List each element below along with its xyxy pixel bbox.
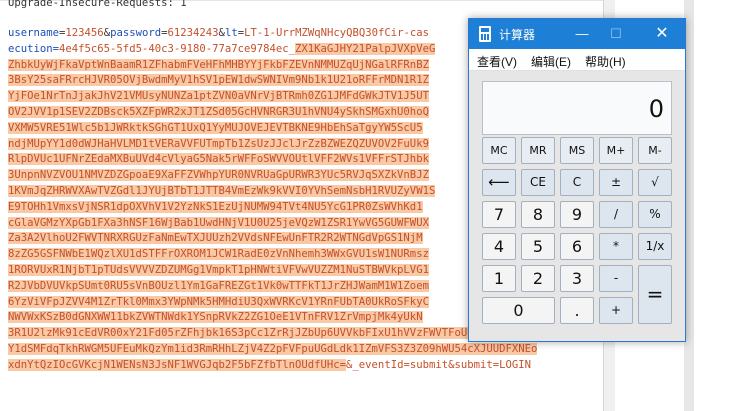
menu-bar: 查看(V) 编辑(E) 帮助(H) — [469, 49, 685, 71]
close-button[interactable]: ✕ — [645, 19, 679, 49]
header-line: Upgrade-Insecure-Requests: 1 — [8, 0, 187, 9]
memory-store-button[interactable]: MS — [560, 137, 594, 164]
minimize-button[interactable]: — — [565, 19, 599, 49]
key-username: username — [8, 27, 60, 39]
digit-4-button[interactable]: 4 — [482, 233, 516, 260]
selected-encoded-last: xdnYtQzIOcGVKcjN1WENsN3JsNF1WVGJqb2F5bFZ… — [8, 358, 347, 371]
selected-encoded-block: ZhbkUyWjFkaVptWnBaamR1ZFhabmFVeHFhMHBYYj… — [8, 58, 538, 355]
selected-encoded-line: 6YzViVFpJZVV4M1ZrTkl0Mmx3YWpNMk5HMHdiU3Q… — [8, 295, 429, 308]
menu-edit[interactable]: 编辑(E) — [531, 53, 571, 70]
selected-encoded-line: 8zZG5GSFNWbE1WQzlXU1dSTFFrOXROM1JCW1RadE… — [8, 248, 429, 261]
key-lt: lt — [224, 27, 238, 39]
selected-encoded-line: ndjMUpYY1d0dWJHaHVLMD1tVERaVVFUTmpTb1ZsU… — [8, 137, 429, 150]
selected-encoded-line: 3UnpnNVZVOU1NMVZDZGpoaE9XaFFZVWhpYUR0NVR… — [8, 169, 429, 182]
selected-encoded-line: VXMW5VRE51Wlc5b1JWRktkSGhGT1UxQ1YyMUJOVE… — [8, 121, 423, 134]
key-password: password — [110, 27, 162, 39]
memory-clear-button[interactable]: MC — [482, 137, 516, 164]
memory-recall-button[interactable]: MR — [521, 137, 555, 164]
clear-button[interactable]: C — [560, 169, 594, 196]
selected-encoded-line: 3BsY25saFRrcHJVR05OVjBwdmMyV1hSV1pEW1dwS… — [8, 74, 429, 87]
selected-encoded-line: E9TOHh1VmxsVjNSR1dpOXVhV1V2YzNkS1EzUjNUM… — [8, 200, 423, 213]
digit-7-button[interactable]: 7 — [482, 201, 516, 228]
selected-encoded-line: 1RORVUxR1NjbT1pTUdsVVVVZDZUMGg1VmpkT1pHN… — [8, 263, 429, 276]
calculator-display: 0 — [482, 81, 672, 135]
selected-encoded-line: YjFOe1NrTnJjakJhV21VMUsyNUNZa1ptZVN0aVNr… — [8, 90, 429, 103]
equals-button[interactable]: = — [638, 265, 672, 324]
selected-encoded-line: cGlaVGMzYXpGb1FXa3hNSF16WjBab1UwdHNjV1U0… — [8, 216, 429, 229]
memory-add-button[interactable]: M+ — [599, 137, 633, 164]
negate-button[interactable]: ± — [599, 169, 633, 196]
selected-encoded-first: ZX1KaGJHY21PalpJVXpVeG — [295, 42, 436, 55]
selected-encoded-line: Za3A2VlhoU2FWVTNRXRGUzFaNmEwTXJUUzh2VVds… — [8, 232, 423, 245]
calculator-window[interactable]: 计算器 — ☐ ✕ 查看(V) 编辑(E) 帮助(H) 0 MC MR MS M… — [468, 18, 686, 342]
selected-encoded-line: 3R1U2lzMk91cEdVR00xY21Fd05rZFhjbk16S3pCc… — [8, 327, 538, 340]
memory-subtract-button[interactable]: M- — [638, 137, 672, 164]
multiply-button[interactable]: * — [599, 233, 633, 260]
square-root-button[interactable]: √ — [638, 169, 672, 196]
display-value: 0 — [648, 95, 664, 123]
digit-2-button[interactable]: 2 — [521, 265, 555, 292]
event-submit-params: &_eventId=submit&submit=LOGIN — [346, 358, 532, 371]
calculator-titlebar[interactable]: 计算器 — ☐ ✕ — [469, 19, 685, 49]
add-button[interactable]: + — [599, 297, 633, 324]
backspace-button[interactable]: ⟵ — [482, 169, 516, 196]
menu-view[interactable]: 查看(V) — [477, 53, 517, 70]
selected-encoded-line: ZhbkUyWjFkaVptWnBaamR1ZFhabmFVeHFhMHBYYj… — [8, 58, 429, 71]
digit-3-button[interactable]: 3 — [560, 265, 594, 292]
calculator-app-icon — [479, 26, 491, 42]
menu-help[interactable]: 帮助(H) — [585, 53, 626, 70]
digit-6-button[interactable]: 6 — [560, 233, 594, 260]
selected-encoded-line: OV2JVV1p1SEV2ZDBsck5XZFpWR2xJT1ZSd05GcHV… — [8, 105, 429, 118]
selected-encoded-line: R2JVbDVUVkpSUmt0RU5sVnBOUzl1Ym1GaFREZGt1… — [8, 279, 429, 292]
subtract-button[interactable]: - — [599, 265, 633, 292]
digit-9-button[interactable]: 9 — [560, 201, 594, 228]
selected-encoded-line: RlpDVUc1UFNrZEdaMXBuUVd4cVlyaG5Nak5rWFFo… — [8, 153, 429, 166]
value-password: 61234243 — [167, 27, 219, 39]
clear-entry-button[interactable]: CE — [521, 169, 555, 196]
selected-encoded-line: NWVWxKSzB0dGNXWW11bkZVWTNWdk1YSnpRVkZ2ZG… — [8, 311, 423, 324]
decimal-point-button[interactable]: . — [560, 297, 594, 324]
value-execution: 4e4f5c65-5fd5-40c3-9180-77a7ce9784ec_ — [59, 42, 296, 55]
key-execution: ecution= — [8, 42, 60, 55]
value-lt: LT-1-UrrMZWqNHcyQBQ30fCir-cas — [244, 27, 430, 39]
window-title: 计算器 — [499, 28, 536, 42]
divide-button[interactable]: / — [599, 201, 633, 228]
digit-8-button[interactable]: 8 — [521, 201, 555, 228]
percent-button[interactable]: % — [638, 201, 672, 228]
selected-encoded-line: 1KVmJqZHRWVXAwTVZGdl1JYUjBTbT1JTTB4VmEzW… — [8, 184, 436, 197]
request-body-text[interactable]: username=123456&password=61234243&lt=LT-… — [8, 26, 538, 374]
value-username: 123456 — [65, 27, 104, 39]
selected-encoded-line: Y1dSMFdqTkhRWGM5UFEuMkQzYm1id3RmRHhLZjV4… — [8, 342, 538, 355]
digit-5-button[interactable]: 5 — [521, 233, 555, 260]
maximize-button[interactable]: ☐ — [599, 19, 633, 49]
reciprocal-button[interactable]: 1/x — [638, 233, 672, 260]
digit-0-button[interactable]: 0 — [482, 297, 555, 324]
digit-1-button[interactable]: 1 — [482, 265, 516, 292]
